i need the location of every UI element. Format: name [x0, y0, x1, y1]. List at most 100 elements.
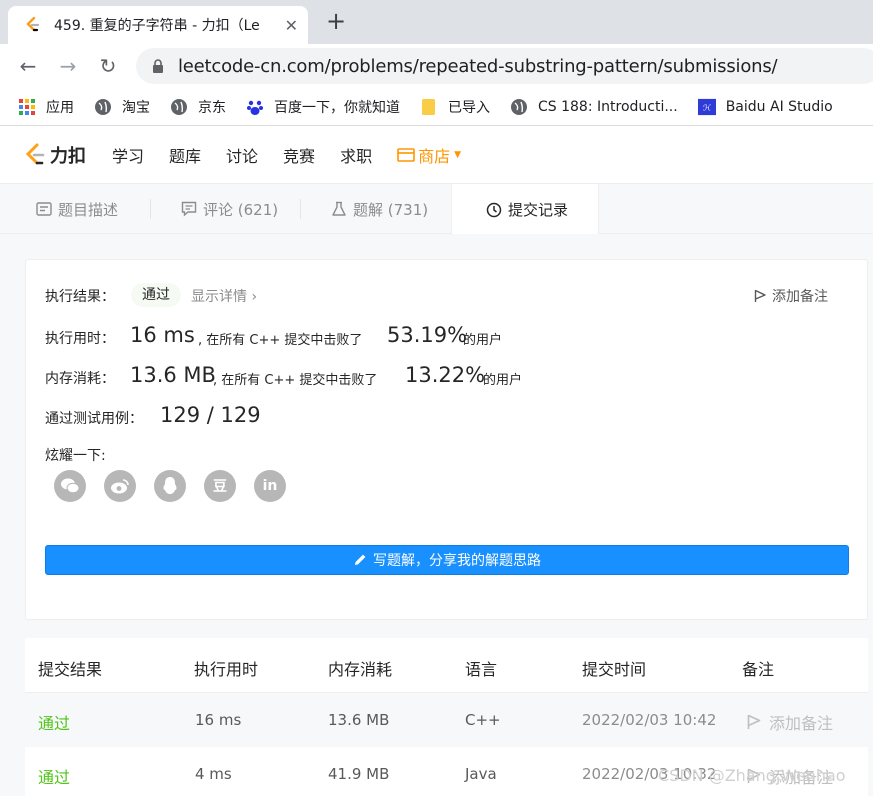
- globe-icon: [170, 98, 188, 116]
- status-label: 执行结果：: [45, 289, 115, 305]
- language-cell: Java: [465, 765, 497, 783]
- bookmark-label: 百度一下，你就知道: [274, 99, 400, 116]
- memory-cell: 13.6 MB: [328, 711, 390, 729]
- clock-icon: [486, 202, 502, 217]
- logo-text: 力扣: [50, 146, 86, 167]
- new-tab-icon[interactable]: +: [326, 8, 346, 34]
- douban-icon[interactable]: 豆: [204, 470, 236, 502]
- tab-divider: [300, 199, 301, 219]
- runtime-cell: 16 ms: [195, 711, 242, 729]
- apps-grid-icon: [18, 98, 36, 116]
- flag-icon: [754, 289, 766, 302]
- nav-contest[interactable]: 竞赛: [283, 143, 315, 167]
- result-link[interactable]: 通过: [38, 764, 70, 788]
- address-bar[interactable]: leetcode-cn.com/problems/repeated-substr…: [136, 48, 873, 84]
- tab-label: 题目描述: [58, 200, 119, 219]
- add-note-button[interactable]: 添加备注: [747, 710, 833, 734]
- leetcode-favicon: [26, 16, 40, 32]
- memory-cell: 41.9 MB: [328, 765, 390, 783]
- flag-icon: [747, 714, 761, 729]
- tab-divider: [150, 199, 151, 219]
- ai-studio-icon: ℋ: [697, 98, 716, 116]
- tab-description[interactable]: 题目描述: [36, 184, 118, 234]
- browser-toolbar: ← → ↻ leetcode-cn.com/problems/repeated-…: [0, 44, 873, 88]
- bookmark-label: 京东: [198, 99, 226, 116]
- nav-learn[interactable]: 学习: [112, 143, 144, 167]
- tests-label: 通过测试用例：: [45, 411, 143, 427]
- nav-discuss[interactable]: 讨论: [226, 143, 258, 167]
- memory-label: 内存消耗：: [45, 371, 115, 387]
- reload-icon[interactable]: ↻: [94, 52, 122, 80]
- globe-icon: [510, 98, 528, 116]
- linkedin-icon[interactable]: in: [254, 470, 286, 502]
- show-details-link[interactable]: 显示详情 ›: [191, 286, 257, 306]
- browser-tabstrip: 459. 重复的子字符串 - 力扣（Le ✕ +: [0, 0, 873, 44]
- qq-icon[interactable]: [154, 470, 186, 502]
- tab-title: 459. 重复的子字符串 - 力扣（Le: [54, 18, 260, 34]
- nav-problems[interactable]: 题库: [169, 143, 201, 167]
- runtime-cell: 4 ms: [195, 765, 232, 783]
- memory-description: , 在所有 C++ 提交中击败了: [213, 373, 378, 388]
- bookmark-imported[interactable]: 已导入: [420, 97, 490, 117]
- add-note-label: 添加备注: [772, 289, 828, 305]
- bookmark-cs188[interactable]: CS 188: Introducti...: [510, 98, 678, 116]
- problem-tabs: 题目描述 评论 (621) 题解 (731) 提交记录: [0, 184, 873, 235]
- bookmark-taobao[interactable]: 淘宝: [94, 97, 150, 117]
- tab-label: 评论 (621): [203, 200, 279, 219]
- globe-icon: [94, 98, 112, 116]
- back-arrow-icon[interactable]: ←: [14, 52, 42, 80]
- runtime-description: , 在所有 C++ 提交中击败了: [198, 333, 363, 348]
- browser-tab[interactable]: 459. 重复的子字符串 - 力扣（Le ✕: [8, 6, 308, 44]
- bookmark-jd[interactable]: 京东: [170, 97, 226, 117]
- write-solution-label: 写题解，分享我的解题思路: [373, 553, 541, 569]
- tab-solutions[interactable]: 题解 (731): [331, 184, 428, 234]
- bookmark-label: 应用: [46, 99, 74, 116]
- status-badge: 通过: [131, 283, 181, 307]
- svg-text:ℋ: ℋ: [703, 102, 711, 112]
- result-link[interactable]: 通过: [38, 710, 70, 734]
- nav-store[interactable]: 商店 ▼: [397, 143, 461, 167]
- baidu-paw-icon: [246, 98, 264, 116]
- bookmarks-bar: 应用 淘宝 京东 百度一下，你就知道 已导入 CS 188: Introduct…: [0, 88, 873, 126]
- description-icon: [36, 202, 52, 216]
- share-label: 炫耀一下:: [45, 448, 106, 464]
- store-icon: [397, 148, 415, 162]
- bookmark-label: Baidu AI Studio: [725, 98, 833, 115]
- site-header: 力扣 学习 题库 讨论 竞赛 求职 商店 ▼: [0, 127, 873, 184]
- bookmark-label: 已导入: [448, 99, 490, 116]
- pencil-icon: [355, 554, 366, 565]
- header-result: 提交结果: [38, 660, 103, 679]
- weibo-icon[interactable]: [104, 470, 136, 502]
- bookmark-baidu[interactable]: 百度一下，你就知道: [246, 97, 400, 117]
- folder-icon: [420, 98, 438, 116]
- memory-tail: 的用户: [483, 373, 523, 388]
- leetcode-logo-icon: [25, 143, 45, 165]
- bookmark-ai-studio[interactable]: ℋ Baidu AI Studio: [697, 98, 833, 116]
- tab-submissions[interactable]: 提交记录: [451, 184, 599, 235]
- header-memory: 内存消耗: [328, 660, 393, 679]
- caret-down-icon: ▼: [454, 150, 462, 160]
- write-solution-button[interactable]: 写题解，分享我的解题思路: [45, 545, 849, 575]
- runtime-label: 执行用时：: [45, 331, 115, 347]
- tab-comments[interactable]: 评论 (621): [181, 184, 278, 234]
- table-row[interactable]: 通过 16 ms 13.6 MB C++ 2022/02/03 10:42 添加…: [25, 693, 868, 747]
- bookmark-apps[interactable]: 应用: [18, 97, 74, 117]
- table-header: 提交结果 执行用时 内存消耗 语言 提交时间 备注: [25, 638, 868, 693]
- bookmark-label: 淘宝: [122, 99, 150, 116]
- add-note-button[interactable]: 添加备注: [754, 286, 828, 306]
- wechat-icon[interactable]: [54, 470, 86, 502]
- nav-jobs[interactable]: 求职: [340, 143, 372, 167]
- tests-value: 129 / 129: [160, 403, 261, 427]
- logo[interactable]: 力扣: [24, 142, 86, 168]
- add-note-label: 添加备注: [769, 714, 834, 733]
- comment-icon: [181, 201, 197, 217]
- language-cell: C++: [465, 711, 501, 729]
- bookmark-label: CS 188: Introducti...: [538, 98, 678, 115]
- url-text: leetcode-cn.com/problems/repeated-substr…: [178, 55, 778, 77]
- forward-arrow-icon[interactable]: →: [54, 52, 82, 80]
- runtime-value: 16 ms: [130, 323, 195, 347]
- runtime-percent: 53.19%: [387, 323, 468, 347]
- header-submit-time: 提交时间: [582, 660, 647, 679]
- flask-icon: [332, 201, 346, 216]
- close-icon[interactable]: ✕: [285, 16, 298, 35]
